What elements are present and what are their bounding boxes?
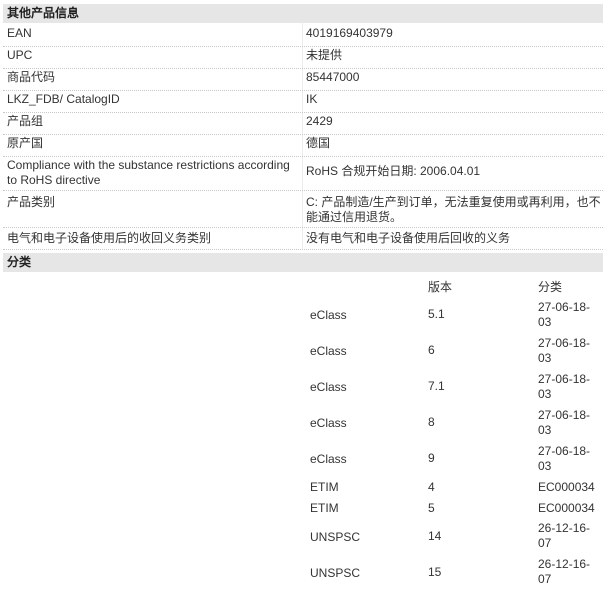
classification-col-class: 分类	[538, 280, 563, 294]
info-label: 原产国	[7, 136, 44, 150]
classification-system: eClass	[310, 452, 347, 466]
info-row-product-category: 产品类别 C: 产品制造/生产到订单，无法重复使用或再利用，也不能通过信用退货。	[3, 191, 603, 228]
classification-version: 14	[428, 529, 442, 543]
classification-system: eClass	[310, 308, 347, 322]
classification-system: ETIM	[310, 480, 339, 494]
info-row-commodity-code: 商品代码 85447000	[3, 69, 603, 91]
classification-version: 8	[428, 415, 435, 429]
info-value: 85447000	[306, 70, 360, 84]
classification-code: EC000034	[538, 480, 595, 494]
info-row-weee-category: 电气和电子设备使用后的收回义务类别 没有电气和电子设备使用后回收的义务	[3, 228, 603, 250]
classification-title: 分类	[7, 255, 32, 269]
classification-code: 27-06-18-03	[538, 444, 591, 473]
classification-system: eClass	[310, 416, 347, 430]
classification-code: 27-06-18-03	[538, 372, 591, 401]
info-value: 未提供	[306, 48, 343, 62]
classification-version: 9	[428, 451, 435, 465]
classification-system: eClass	[310, 344, 347, 358]
info-label: LKZ_FDB/ CatalogID	[7, 92, 120, 106]
info-label: Compliance with the substance restrictio…	[7, 158, 290, 187]
classification-header: 分类	[3, 253, 603, 272]
other-info-header: 其他产品信息	[3, 4, 603, 23]
classification-code: 27-06-18-03	[538, 408, 591, 437]
info-row-country-of-origin: 原产国 德国	[3, 135, 603, 157]
classification-version: 7.1	[428, 379, 445, 393]
info-value: 2429	[306, 114, 333, 128]
classification-version: 4	[428, 480, 435, 494]
classification-version: 15	[428, 565, 442, 579]
classification-system: UNSPSC	[310, 566, 361, 580]
info-value: 4019169403979	[306, 26, 393, 40]
info-label: 商品代码	[7, 70, 56, 84]
classification-code: 27-06-18-03	[538, 300, 591, 329]
classification-code: 27-06-18-03	[538, 336, 591, 365]
classification-system: eClass	[310, 380, 347, 394]
info-value: 没有电气和电子设备使用后回收的义务	[306, 231, 511, 245]
info-row-upc: UPC 未提供	[3, 47, 603, 69]
info-row-product-group: 产品组 2429	[3, 113, 603, 135]
info-value: C: 产品制造/生产到订单，无法重复使用或再利用，也不能通过信用退货。	[306, 195, 601, 224]
info-label: UPC	[7, 48, 33, 62]
info-row-rohs: Compliance with the substance restrictio…	[3, 157, 603, 191]
other-info-title: 其他产品信息	[7, 6, 80, 20]
classification-version: 5	[428, 501, 435, 515]
classification-code: 26-12-16-07	[538, 521, 591, 550]
info-row-catalog-id: LKZ_FDB/ CatalogID IK	[3, 91, 603, 113]
classification-version: 5.1	[428, 307, 445, 321]
info-label: 产品组	[7, 114, 44, 128]
classification-col-version: 版本	[428, 280, 453, 294]
info-value: 德国	[306, 136, 331, 150]
info-label: 产品类别	[7, 195, 56, 209]
classification-code: EC000034	[538, 501, 595, 515]
info-row-ean: EAN 4019169403979	[3, 25, 603, 47]
info-value: IK	[306, 92, 318, 106]
info-label: 电气和电子设备使用后的收回义务类别	[7, 231, 212, 245]
info-value: RoHS 合规开始日期: 2006.04.01	[306, 164, 481, 178]
classification-system: UNSPSC	[310, 530, 361, 544]
classification-code: 26-12-16-07	[538, 557, 591, 586]
classification-system: ETIM	[310, 501, 339, 515]
classification-version: 6	[428, 343, 435, 357]
info-label: EAN	[7, 26, 32, 40]
